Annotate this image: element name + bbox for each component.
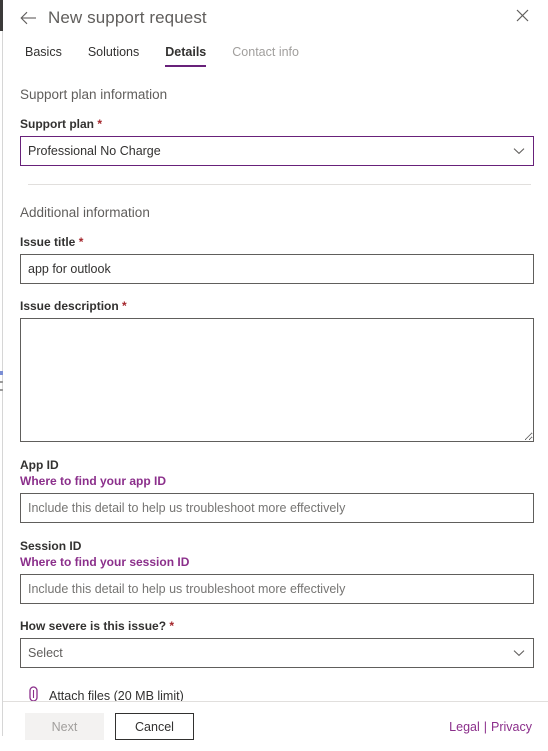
chevron-down-icon (513, 646, 525, 660)
panel-header: New support request (3, 0, 548, 36)
tab-details-label: Details (165, 45, 207, 59)
tab-solutions[interactable]: Solutions (88, 45, 153, 67)
severity-value: Select (28, 646, 63, 660)
cancel-button[interactable]: Cancel (115, 713, 194, 740)
issue-title-input[interactable] (20, 254, 534, 284)
required-asterisk: * (169, 619, 175, 633)
issue-title-label-text: Issue title (20, 235, 76, 249)
page-title: New support request (48, 8, 207, 27)
required-asterisk: * (97, 117, 103, 131)
arrow-left-icon (19, 11, 37, 25)
additional-information-heading: Additional information (20, 205, 150, 220)
footer-link-separator: | (483, 719, 488, 734)
session-id-input[interactable] (20, 574, 534, 604)
issue-description-label-text: Issue description (20, 299, 119, 313)
tab-contact-info-label: Contact info (232, 45, 299, 59)
app-id-label-text: App ID (20, 458, 59, 472)
session-id-help-link[interactable]: Where to find your session ID (20, 555, 534, 569)
chevron-down-icon (513, 144, 525, 158)
issue-title-label: Issue title * (20, 235, 534, 249)
tab-details[interactable]: Details (165, 45, 220, 67)
session-id-label-text: Session ID (20, 539, 82, 553)
form-body: Support plan information Support plan * … (3, 87, 548, 705)
tab-contact-info[interactable]: Contact info (232, 45, 313, 67)
back-button[interactable] (17, 7, 39, 29)
support-plan-dropdown[interactable]: Professional No Charge (20, 136, 534, 166)
legal-link[interactable]: Legal (449, 720, 480, 734)
severity-label-text: How severe is this issue? (20, 619, 167, 633)
app-id-help-link[interactable]: Where to find your app ID (20, 474, 534, 488)
tab-active-underline (165, 65, 207, 67)
issue-description-label: Issue description * (20, 299, 534, 313)
support-plan-label: Support plan * (20, 117, 534, 131)
section-divider (28, 184, 531, 185)
support-plan-label-text: Support plan (20, 117, 94, 131)
support-plan-value: Professional No Charge (28, 144, 161, 158)
app-id-label: App ID (20, 458, 534, 472)
issue-description-textarea[interactable] (20, 318, 534, 442)
close-button[interactable] (510, 5, 534, 29)
next-button[interactable]: Next (25, 713, 104, 740)
app-id-input[interactable] (20, 493, 534, 523)
close-icon (516, 9, 529, 25)
tab-bar: Basics Solutions Details Contact info (3, 36, 548, 67)
privacy-link[interactable]: Privacy (491, 720, 532, 734)
severity-label: How severe is this issue? * (20, 619, 534, 633)
footer-links: Legal | Privacy (449, 720, 534, 734)
tab-basics-label: Basics (25, 45, 62, 59)
required-asterisk: * (78, 235, 84, 249)
panel-footer: Next Cancel Legal | Privacy (3, 702, 548, 751)
session-id-label: Session ID (20, 539, 534, 553)
severity-dropdown[interactable]: Select (20, 638, 534, 668)
support-plan-section-heading: Support plan information (20, 87, 168, 102)
support-request-panel: New support request Basics Solutions Det… (3, 0, 548, 751)
required-asterisk: * (122, 299, 127, 313)
tab-solutions-label: Solutions (87, 45, 140, 59)
tab-basics[interactable]: Basics (25, 45, 76, 67)
